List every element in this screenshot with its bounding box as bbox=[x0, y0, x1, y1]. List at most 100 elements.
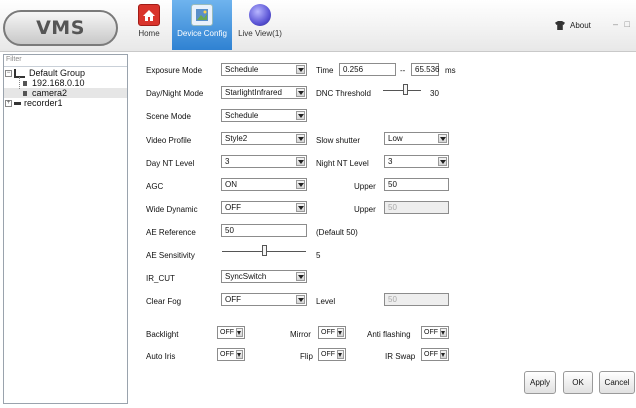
dnc-threshold-value: 30 bbox=[430, 89, 439, 98]
cancel-button[interactable]: Cancel bbox=[599, 371, 635, 394]
device-tree: − Default Group 192.168.0.10 camera2 + r… bbox=[4, 67, 127, 108]
exposure-mode-select[interactable]: Schedule bbox=[221, 63, 307, 76]
night-nt-level-select[interactable]: 3 bbox=[384, 155, 449, 168]
anti-flashing-select[interactable]: OFF bbox=[421, 326, 449, 339]
chevron-down-icon bbox=[296, 203, 305, 212]
ae-sensitivity-label: AE Sensitivity bbox=[146, 251, 195, 260]
time-from-input[interactable]: 0.256 bbox=[339, 63, 396, 76]
mirror-select[interactable]: OFF bbox=[318, 326, 346, 339]
ok-button[interactable]: OK bbox=[563, 371, 593, 394]
day-nt-level-select[interactable]: 3 bbox=[221, 155, 307, 168]
chevron-down-icon bbox=[296, 272, 305, 281]
chevron-down-icon bbox=[337, 350, 344, 359]
nav-home-label: Home bbox=[138, 29, 160, 38]
chevron-down-icon bbox=[438, 134, 447, 143]
ir-swap-select[interactable]: OFF bbox=[421, 348, 449, 361]
ae-reference-label: AE Reference bbox=[146, 228, 196, 237]
apply-button[interactable]: Apply bbox=[524, 371, 556, 394]
wide-dynamic-upper-label: Upper bbox=[354, 205, 376, 214]
slider-track bbox=[383, 90, 421, 91]
agc-select[interactable]: ON bbox=[221, 178, 307, 191]
tree-node-recorder[interactable]: + recorder1 bbox=[4, 98, 127, 108]
tree-node-label: camera2 bbox=[32, 88, 68, 98]
scene-mode-select[interactable]: Schedule bbox=[221, 109, 307, 122]
camera-icon bbox=[23, 91, 27, 96]
wide-dynamic-select[interactable]: OFF bbox=[221, 201, 307, 214]
tree-node-label: Default Group bbox=[29, 68, 86, 78]
nav-live-view-tab[interactable]: Live View(1) bbox=[235, 0, 285, 50]
app-logo: VMS bbox=[3, 10, 118, 46]
tree-node-label: 192.168.0.10 bbox=[32, 78, 85, 88]
auto-iris-select[interactable]: OFF bbox=[217, 348, 245, 361]
chevron-down-icon bbox=[440, 350, 447, 359]
collapse-icon[interactable]: − bbox=[5, 70, 12, 77]
exposure-mode-label: Exposure Mode bbox=[146, 66, 203, 75]
chevron-down-icon bbox=[296, 134, 305, 143]
clear-fog-select[interactable]: OFF bbox=[221, 293, 307, 306]
day-nt-level-label: Day NT Level bbox=[146, 159, 195, 168]
mirror-label: Mirror bbox=[290, 330, 311, 339]
agc-upper-label: Upper bbox=[354, 182, 376, 191]
ae-sensitivity-slider[interactable] bbox=[222, 245, 306, 257]
time-unit: ms bbox=[445, 66, 456, 75]
tree-connector bbox=[19, 77, 20, 89]
ir-cut-select[interactable]: SyncSwitch bbox=[221, 270, 307, 283]
day-night-mode-label: Day/Night Mode bbox=[146, 89, 204, 98]
ae-reference-input[interactable]: 50 bbox=[221, 224, 307, 237]
nav-device-config-label: Device Config bbox=[177, 29, 227, 38]
ae-sensitivity-value: 5 bbox=[316, 251, 321, 260]
time-to-input[interactable]: 65.536 bbox=[411, 63, 439, 76]
flip-select[interactable]: OFF bbox=[318, 348, 346, 361]
filter-input[interactable]: Filter bbox=[4, 55, 127, 67]
time-label: Time bbox=[316, 66, 334, 75]
dnc-threshold-label: DNC Threshold bbox=[316, 89, 371, 98]
chevron-down-icon bbox=[337, 328, 344, 337]
chevron-down-icon bbox=[296, 88, 305, 97]
ir-cut-label: IR_CUT bbox=[146, 274, 175, 283]
agc-upper-input[interactable]: 50 bbox=[384, 178, 449, 191]
time-separator: -- bbox=[400, 66, 406, 75]
wide-dynamic-upper-input: 50 bbox=[384, 201, 449, 214]
slow-shutter-select[interactable]: Low bbox=[384, 132, 449, 145]
video-profile-select[interactable]: Style2 bbox=[221, 132, 307, 145]
chevron-down-icon bbox=[296, 157, 305, 166]
dnc-threshold-slider[interactable] bbox=[383, 84, 421, 96]
chevron-down-icon bbox=[440, 328, 447, 337]
window-controls[interactable]: – □ bbox=[613, 19, 632, 29]
slider-thumb[interactable] bbox=[403, 84, 408, 95]
tree-node-device[interactable]: 192.168.0.10 bbox=[4, 78, 127, 88]
backlight-select[interactable]: OFF bbox=[217, 326, 245, 339]
slow-shutter-label: Slow shutter bbox=[316, 136, 361, 145]
clear-fog-label: Clear Fog bbox=[146, 297, 182, 306]
about-label: About bbox=[570, 21, 591, 30]
tree-node-label: recorder1 bbox=[24, 98, 63, 108]
top-bar: VMS Home Device Config Live View(1) Abou… bbox=[0, 0, 636, 52]
backlight-label: Backlight bbox=[146, 330, 179, 339]
device-tree-panel: Filter − Default Group 192.168.0.10 came… bbox=[3, 54, 128, 404]
night-nt-level-label: Night NT Level bbox=[316, 159, 369, 168]
chevron-down-icon bbox=[296, 180, 305, 189]
auto-iris-label: Auto Iris bbox=[146, 352, 176, 361]
wide-dynamic-label: Wide Dynamic bbox=[146, 205, 198, 214]
chevron-down-icon bbox=[438, 157, 447, 166]
device-config-icon bbox=[191, 4, 213, 26]
agc-label: AGC bbox=[146, 182, 164, 191]
tree-node-device-selected[interactable]: camera2 bbox=[4, 88, 127, 98]
chevron-down-icon bbox=[296, 295, 305, 304]
ir-swap-label: IR Swap bbox=[385, 352, 416, 361]
anti-flashing-label: Anti flashing bbox=[367, 330, 411, 339]
live-view-icon bbox=[249, 4, 271, 26]
tshirt-icon bbox=[555, 21, 565, 30]
day-night-mode-select[interactable]: StarlightInfrared bbox=[221, 86, 307, 99]
tree-node-default-group[interactable]: − Default Group bbox=[4, 68, 127, 78]
slider-thumb[interactable] bbox=[262, 245, 267, 256]
expand-icon[interactable]: + bbox=[5, 100, 12, 107]
ae-reference-hint: (Default 50) bbox=[316, 228, 358, 237]
chevron-down-icon bbox=[236, 350, 243, 359]
nav-device-config-tab[interactable]: Device Config bbox=[172, 0, 232, 50]
flip-label: Flip bbox=[300, 352, 313, 361]
about-button[interactable]: About bbox=[555, 21, 591, 30]
chevron-down-icon bbox=[236, 328, 243, 337]
nav-home-tab[interactable]: Home bbox=[132, 0, 166, 50]
video-profile-label: Video Profile bbox=[146, 136, 192, 145]
